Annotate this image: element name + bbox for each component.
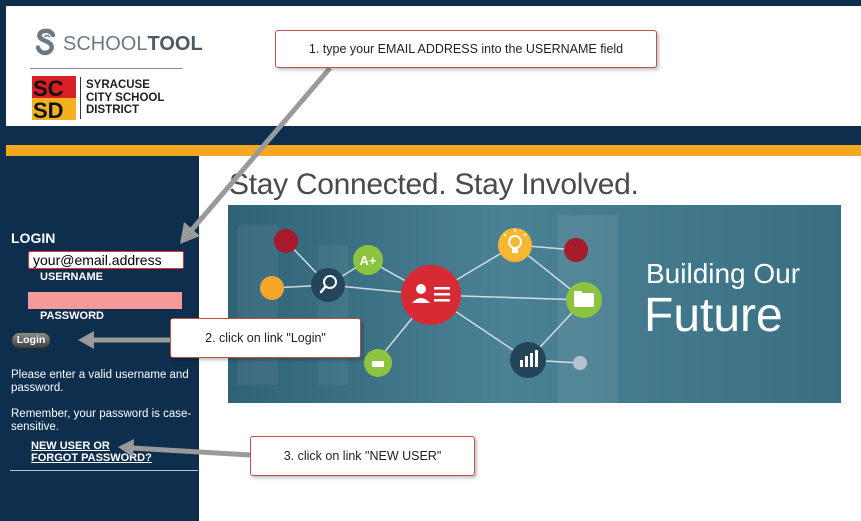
network-node-orange bbox=[260, 276, 284, 300]
password-label: PASSWORD bbox=[40, 310, 104, 322]
district-name-line-2: CITY SCHOOL bbox=[86, 91, 165, 104]
hero-banner: A+ Building Our Future bbox=[228, 205, 841, 403]
schooltool-wordmark-light: SCHOOL bbox=[63, 32, 148, 55]
username-label: USERNAME bbox=[40, 271, 103, 283]
document-node bbox=[364, 349, 392, 377]
login-title: LOGIN bbox=[11, 230, 56, 246]
header-gold-bar bbox=[6, 145, 861, 156]
logo-divider bbox=[30, 68, 182, 69]
sidebar-divider bbox=[10, 470, 198, 471]
network-node-gray bbox=[573, 356, 587, 370]
new-user-link-line-2[interactable]: FORGOT PASSWORD? bbox=[31, 452, 152, 465]
student-profile-node bbox=[401, 265, 461, 325]
search-node bbox=[311, 268, 345, 302]
svg-text:SD: SD bbox=[33, 98, 64, 120]
banner-locker-shape bbox=[238, 225, 278, 385]
network-node-dark-red bbox=[274, 229, 298, 253]
callout-step-3: 3. click on link "NEW USER" bbox=[250, 436, 475, 476]
login-button[interactable]: Login bbox=[11, 332, 51, 349]
grade-badge-node: A+ bbox=[353, 245, 383, 275]
district-name: SYRACUSE CITY SCHOOL DISTRICT bbox=[86, 79, 164, 117]
new-user-link-line-1[interactable]: NEW USER OR bbox=[31, 440, 152, 453]
help-text-case-sensitive: Remember, your password is case-sensitiv… bbox=[11, 408, 192, 433]
banner-title-line-1: Building Our bbox=[646, 258, 800, 289]
callout-step-2: 2. click on link "Login" bbox=[170, 318, 361, 358]
grade-badge-text: A+ bbox=[360, 253, 377, 268]
folder-node bbox=[566, 282, 602, 318]
page-heading: Stay Connected. Stay Involved. bbox=[229, 168, 639, 201]
help-text-credentials: Please enter a valid username and passwo… bbox=[11, 369, 189, 394]
lightbulb-node bbox=[498, 228, 532, 262]
scsd-monogram-icon: SC SD bbox=[32, 76, 76, 120]
schooltool-wordmark-bold: TOOL bbox=[147, 32, 203, 55]
username-input[interactable] bbox=[28, 251, 184, 269]
network-node-dark-red-2 bbox=[564, 238, 588, 262]
header-navy-bar bbox=[6, 126, 861, 145]
new-user-forgot-password-link[interactable]: NEW USER OR FORGOT PASSWORD? bbox=[31, 440, 152, 465]
password-input[interactable] bbox=[28, 292, 182, 309]
schooltool-logo: SCHOOLTOOL bbox=[32, 28, 203, 60]
callout-step-1: 1. type your EMAIL ADDRESS into the USER… bbox=[275, 30, 657, 68]
district-logo: SC SD SYRACUSE CITY SCHOOL DISTRICT bbox=[32, 76, 164, 120]
district-logo-separator bbox=[80, 77, 81, 119]
district-name-line-3: DISTRICT bbox=[86, 104, 140, 117]
banner-graphic: A+ Building Our Future bbox=[228, 205, 841, 403]
district-name-line-1: SYRACUSE bbox=[86, 79, 150, 92]
banner-locker-shape bbox=[318, 245, 348, 385]
schooltool-wordmark: SCHOOLTOOL bbox=[63, 33, 203, 56]
chart-node bbox=[510, 342, 546, 378]
banner-title-line-2: Future bbox=[644, 289, 783, 342]
schooltool-s-icon bbox=[35, 28, 56, 56]
